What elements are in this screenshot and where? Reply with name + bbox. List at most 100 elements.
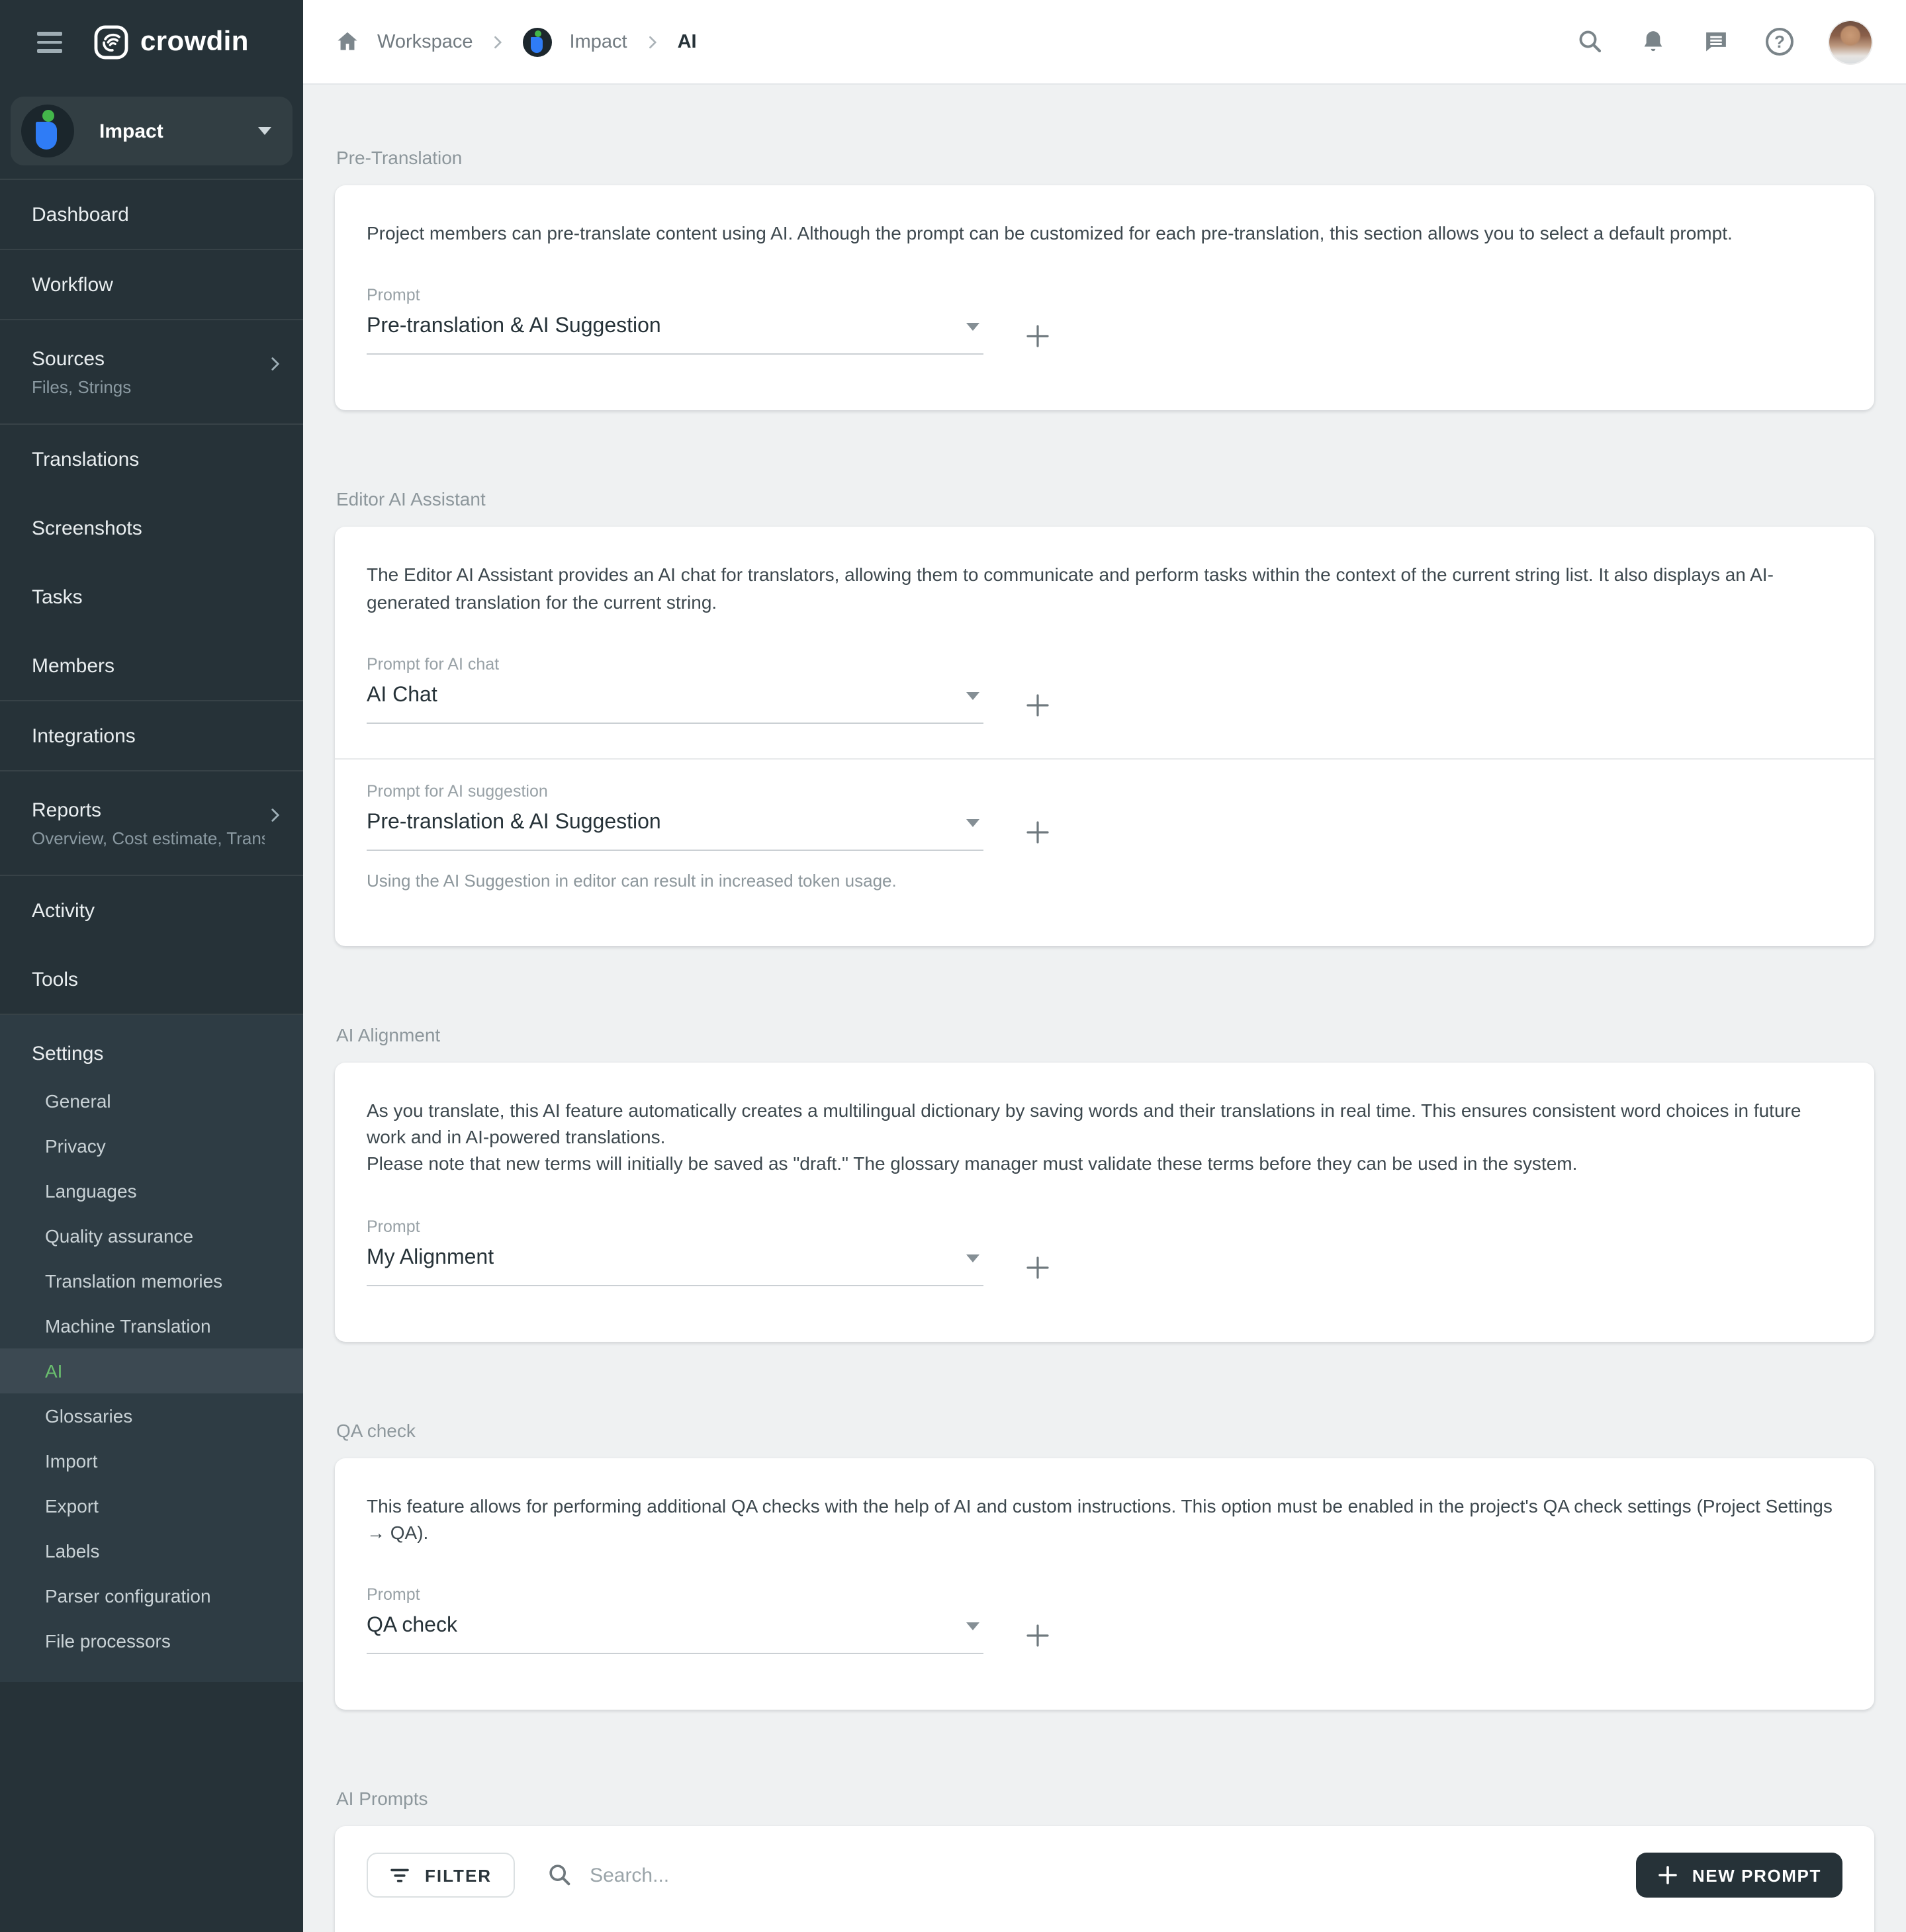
sidebar-item-screenshots[interactable]: Screenshots <box>0 494 303 562</box>
filter-icon <box>389 1865 410 1886</box>
add-prompt-button[interactable] <box>1023 1253 1052 1282</box>
section-editor-ai-assistant: Editor AI Assistant The Editor AI Assist… <box>335 489 1874 946</box>
sidebar-item-sources[interactable]: Sources Files, Strings <box>0 320 303 423</box>
ai-suggestion-prompt-select[interactable]: Pre-translation & AI Suggestion <box>367 811 983 851</box>
hamburger-menu-icon[interactable] <box>37 32 62 52</box>
prompt-field: Prompt QA check <box>367 1586 1842 1655</box>
sidebar-item-subtitle: Overview, Cost estimate, Transl... <box>32 828 265 848</box>
sidebar: crowdin Impact Dashboard Workflow Source… <box>0 0 303 1932</box>
project-switcher[interactable]: Impact <box>11 97 293 165</box>
add-prompt-button[interactable] <box>1023 818 1052 847</box>
notifications-bell-icon[interactable] <box>1640 28 1666 56</box>
field-label: Prompt for AI chat <box>367 655 1842 674</box>
search-icon <box>546 1863 572 1889</box>
sidebar-item-integrations[interactable]: Integrations <box>0 701 303 770</box>
ai-prompts-card: FILTER NEW PROMPT <box>335 1827 1874 1932</box>
sidebar-item-tools[interactable]: Tools <box>0 945 303 1014</box>
qa-check-card: This feature allows for performing addit… <box>335 1458 1874 1710</box>
ai-chat-prompt-field: Prompt for AI chat AI Chat <box>367 655 1842 724</box>
sidebar-header: crowdin <box>0 0 303 85</box>
sidebar-item-workflow[interactable]: Workflow <box>0 250 303 319</box>
chevron-down-icon <box>258 127 271 135</box>
settings-item-general[interactable]: General <box>0 1078 303 1123</box>
page-content: Pre-Translation Project members can pre-… <box>303 85 1906 1932</box>
breadcrumb-workspace[interactable]: Workspace <box>377 31 473 52</box>
project-avatar <box>523 27 553 56</box>
chevron-down-icon <box>966 1623 979 1631</box>
chevron-down-icon <box>966 1254 979 1262</box>
field-label: Prompt for AI suggestion <box>367 782 1842 801</box>
settings-item-file-processors[interactable]: File processors <box>0 1618 303 1663</box>
qa-check-prompt-select[interactable]: QA check <box>367 1615 983 1655</box>
user-avatar[interactable] <box>1829 21 1872 63</box>
section-label: QA check <box>336 1420 1874 1441</box>
chevron-down-icon <box>966 819 979 827</box>
section-description: The Editor AI Assistant provides an AI c… <box>367 562 1842 615</box>
sidebar-item-tasks[interactable]: Tasks <box>0 562 303 631</box>
messages-chat-icon[interactable] <box>1702 28 1730 56</box>
chevron-right-icon <box>266 355 285 378</box>
add-prompt-button[interactable] <box>1023 322 1052 351</box>
settings-item-privacy[interactable]: Privacy <box>0 1123 303 1168</box>
ai-alignment-card: As you translate, this AI feature automa… <box>335 1063 1874 1342</box>
sidebar-item-members[interactable]: Members <box>0 631 303 700</box>
breadcrumb-page: AI <box>678 31 697 52</box>
settings-item-languages[interactable]: Languages <box>0 1168 303 1213</box>
settings-item-import[interactable]: Import <box>0 1438 303 1483</box>
settings-item-parser-configuration[interactable]: Parser configuration <box>0 1573 303 1618</box>
sidebar-item-subtitle: Files, Strings <box>32 376 265 396</box>
ai-suggestion-prompt-field: Prompt for AI suggestion Pre-translation… <box>367 782 1842 891</box>
home-icon[interactable] <box>335 29 360 54</box>
section-label: AI Prompts <box>336 1788 1874 1810</box>
section-label: Pre-Translation <box>336 147 1874 168</box>
section-description: As you translate, this AI feature automa… <box>367 1097 1842 1151</box>
breadcrumb: Workspace Impact AI <box>335 27 697 56</box>
section-description: Project members can pre-translate conten… <box>367 220 1842 247</box>
crowdin-logo-text: crowdin <box>140 26 249 58</box>
settings-item-glossaries[interactable]: Glossaries <box>0 1393 303 1438</box>
sidebar-nav: Dashboard Workflow Sources Files, String… <box>0 179 303 1932</box>
pre-translation-prompt-select[interactable]: Pre-translation & AI Suggestion <box>367 316 983 355</box>
section-label: Editor AI Assistant <box>336 489 1874 510</box>
chevron-right-icon <box>266 806 285 830</box>
add-prompt-button[interactable] <box>1023 691 1052 720</box>
sidebar-item-reports[interactable]: Reports Overview, Cost estimate, Transl.… <box>0 771 303 875</box>
pre-translation-card: Project members can pre-translate conten… <box>335 185 1874 411</box>
sidebar-item-activity[interactable]: Activity <box>0 876 303 945</box>
table-header: Title Visibility Type Model <box>335 1925 1874 1932</box>
sidebar-item-translations[interactable]: Translations <box>0 425 303 494</box>
section-ai-prompts: AI Prompts FILTER <box>335 1788 1874 1932</box>
alignment-prompt-select[interactable]: My Alignment <box>367 1247 983 1286</box>
breadcrumb-project[interactable]: Impact <box>570 31 627 52</box>
field-label: Prompt <box>367 1586 1842 1604</box>
settings-item-export[interactable]: Export <box>0 1483 303 1528</box>
editor-ai-assistant-card: The Editor AI Assistant provides an AI c… <box>335 527 1874 946</box>
crowdin-logo-icon <box>94 25 128 60</box>
helper-text: Using the AI Suggestion in editor can re… <box>367 871 1842 891</box>
settings-item-machine-translation[interactable]: Machine Translation <box>0 1303 303 1348</box>
main-area: Workspace Impact AI ? <box>303 0 1906 1932</box>
chevron-right-icon <box>490 34 506 50</box>
section-pre-translation: Pre-Translation Project members can pre-… <box>335 147 1874 411</box>
filter-button[interactable]: FILTER <box>367 1853 514 1898</box>
help-icon[interactable]: ? <box>1766 28 1793 56</box>
sidebar-item-dashboard[interactable]: Dashboard <box>0 180 303 249</box>
sidebar-item-settings[interactable]: Settings <box>0 1028 303 1078</box>
settings-item-labels[interactable]: Labels <box>0 1528 303 1573</box>
add-prompt-button[interactable] <box>1023 1622 1052 1651</box>
ai-chat-prompt-select[interactable]: AI Chat <box>367 684 983 724</box>
settings-item-ai-active[interactable]: AI <box>0 1348 303 1393</box>
section-ai-alignment: AI Alignment As you translate, this AI f… <box>335 1024 1874 1342</box>
chevron-down-icon <box>966 324 979 331</box>
crowdin-logo[interactable]: crowdin <box>94 25 249 60</box>
search-icon[interactable] <box>1576 28 1604 56</box>
app-window: crowdin Impact Dashboard Workflow Source… <box>0 0 1906 1932</box>
settings-item-quality-assurance[interactable]: Quality assurance <box>0 1213 303 1258</box>
plus-icon <box>1658 1865 1679 1886</box>
topbar: Workspace Impact AI ? <box>303 0 1906 85</box>
new-prompt-button[interactable]: NEW PROMPT <box>1637 1853 1842 1898</box>
search-input[interactable] <box>590 1865 1615 1887</box>
prompt-field: Prompt Pre-translation & AI Suggestion <box>367 286 1842 355</box>
settings-item-translation-memories[interactable]: Translation memories <box>0 1258 303 1303</box>
field-label: Prompt <box>367 286 1842 305</box>
